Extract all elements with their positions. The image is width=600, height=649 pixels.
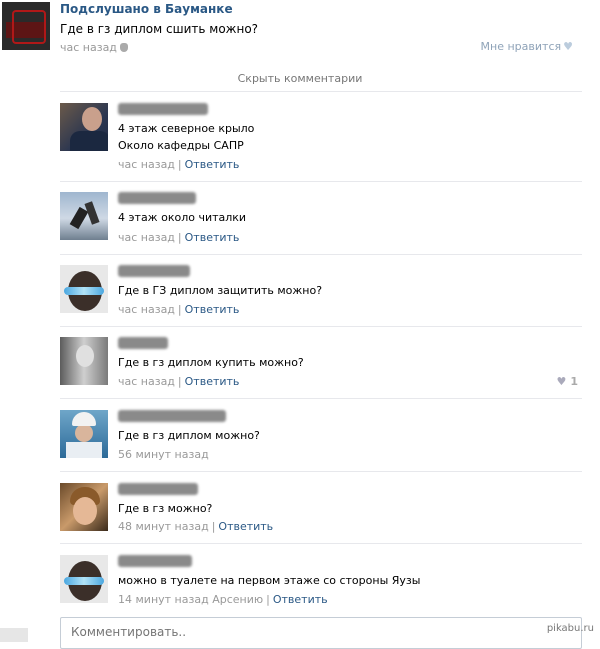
comment-item: можно в туалете на первом этаже со сторо… <box>60 555 582 610</box>
reply-link[interactable]: Ответить <box>273 593 328 606</box>
reply-link[interactable]: Ответить <box>185 303 240 316</box>
comment-text: можно в туалете на первом этаже со сторо… <box>118 574 421 587</box>
comment-line: Около кафедры САПР <box>118 139 244 152</box>
comment-text: 4 этаж около читалки <box>118 211 247 224</box>
divider <box>60 326 582 327</box>
divider <box>60 181 582 182</box>
comment-time[interactable]: 56 минут назад <box>118 448 209 461</box>
post-time-label: час назад <box>60 41 117 54</box>
reply-link[interactable]: Ответить <box>218 520 273 533</box>
comment-text: Где в гз можно? <box>118 502 213 515</box>
comment-time[interactable]: час назад <box>118 158 175 171</box>
comment-time[interactable]: час назад <box>118 231 175 244</box>
comment-meta: час назад | Ответить <box>118 303 240 316</box>
divider <box>60 398 582 399</box>
commenter-name-redacted <box>118 410 226 422</box>
comment-time[interactable]: час назад <box>118 375 175 388</box>
community-name[interactable]: Подслушано в Бауманке <box>60 2 233 16</box>
comment-input[interactable] <box>69 624 573 640</box>
comment-like-button[interactable]: ♥ 1 <box>556 375 578 388</box>
divider <box>60 254 582 255</box>
comment-line: 4 этаж северное крыло <box>118 122 255 135</box>
comment-item: Где в гз диплом купить можно? час назад |… <box>60 337 582 392</box>
commenter-avatar[interactable] <box>60 555 108 603</box>
reply-to[interactable]: Арсению <box>212 593 263 606</box>
commenter-name-redacted <box>118 483 198 495</box>
comment-meta: 56 минут назад <box>118 448 209 461</box>
comment-item: Где в гз можно? 48 минут назад | Ответить <box>60 483 582 538</box>
comment-item: 4 этаж около читалки час назад | Ответить <box>60 192 582 247</box>
commenter-avatar[interactable] <box>60 192 108 240</box>
divider <box>60 471 582 472</box>
commenter-avatar[interactable] <box>60 337 108 385</box>
comment-text: Где в гз диплом можно? <box>118 429 260 442</box>
commenter-name-redacted <box>118 192 196 204</box>
commenter-name-redacted <box>118 555 192 567</box>
community-avatar[interactable] <box>2 2 50 50</box>
heart-icon: ♥ <box>556 375 567 388</box>
comment-text: Где в ГЗ диплом защитить можно? <box>118 284 323 297</box>
like-count: 1 <box>570 375 578 388</box>
commenter-avatar[interactable] <box>60 410 108 458</box>
heart-icon: ♥ <box>563 40 573 53</box>
watermark: pikabu.ru <box>546 623 594 634</box>
apple-icon <box>119 43 128 52</box>
divider <box>60 91 582 92</box>
comment-text: 4 этаж северное крыло Около кафедры САПР <box>118 120 254 154</box>
commenter-name-redacted <box>118 103 208 115</box>
reply-link[interactable]: Ответить <box>185 158 240 171</box>
comment-meta: 48 минут назад | Ответить <box>118 520 274 533</box>
divider <box>60 543 582 544</box>
comment-time[interactable]: 14 минут назад <box>118 593 209 606</box>
comment-item: Где в ГЗ диплом защитить можно? час наза… <box>60 265 582 320</box>
emblem-icon <box>12 10 46 44</box>
comment-item: Где в гз диплом можно? 56 минут назад <box>60 410 582 465</box>
post-time[interactable]: час назад <box>60 41 128 54</box>
commenter-avatar[interactable] <box>60 103 108 151</box>
comment-meta: час назад | Ответить <box>118 158 240 171</box>
commenter-name-redacted <box>118 337 168 349</box>
comment-meta: час назад | Ответить <box>118 231 240 244</box>
comment-time[interactable]: 48 минут назад <box>118 520 209 533</box>
commenter-name-redacted <box>118 265 190 277</box>
comment-text: Где в гз диплом купить можно? <box>118 356 304 369</box>
reply-link[interactable]: Ответить <box>185 231 240 244</box>
hide-comments-link[interactable]: Скрыть комментарии <box>0 72 600 85</box>
like-label: Мне нравится <box>480 40 562 53</box>
commenter-avatar[interactable] <box>60 265 108 313</box>
commenter-avatar[interactable] <box>60 483 108 531</box>
comment-time[interactable]: час назад <box>118 303 175 316</box>
post-text: Где в гз диплом сшить можно? <box>60 22 259 36</box>
comment-meta: час назад | Ответить <box>118 375 240 388</box>
comment-item: 4 этаж северное крыло Около кафедры САПР… <box>60 103 582 173</box>
reply-link[interactable]: Ответить <box>185 375 240 388</box>
comment-meta: 14 минут назад Арсению | Ответить <box>118 593 328 606</box>
like-post-button[interactable]: Мне нравится ♥ <box>481 40 573 53</box>
comment-field[interactable] <box>60 617 582 649</box>
